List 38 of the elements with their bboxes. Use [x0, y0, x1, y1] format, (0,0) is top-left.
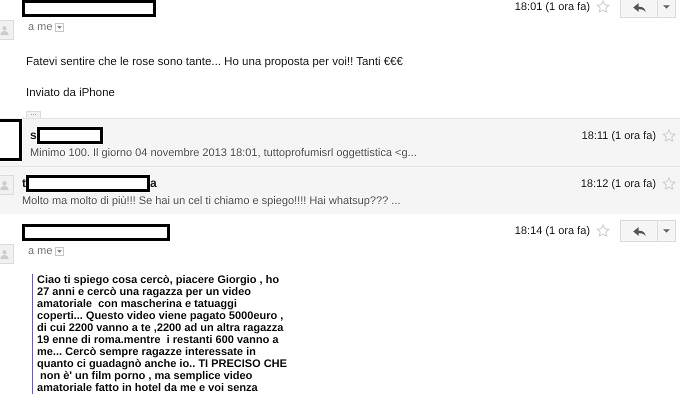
quote-line: Ciao ti spiego cosa cercò, piacere Giorgio , ho — [37, 274, 280, 286]
sender-name: a — [150, 175, 157, 192]
message-text: Inviato da iPhone — [26, 86, 116, 102]
recipient-label: a me — [28, 244, 52, 259]
reply-button[interactable] — [620, 220, 658, 242]
quote-line: di cui 2200 vanno a te ,2200 ad un altra ragazza — [37, 322, 284, 334]
timestamp: 18:12 (1 ora fa) — [580, 177, 656, 192]
reply-icon — [632, 226, 646, 236]
recipient-dropdown[interactable] — [55, 246, 64, 256]
quote-line: coperti... Questo video viene pagato 5000euro , — [37, 310, 284, 322]
redaction-box — [36, 126, 103, 144]
quote-line: 27 anni e cercò una ragazza per un video — [37, 286, 252, 298]
caret-icon — [663, 229, 670, 233]
reply-icon — [632, 2, 646, 12]
sender-name: s — [30, 127, 37, 144]
timestamp: 18:14 (1 ora fa) — [514, 224, 590, 239]
quote-line: amatoriale fatto in hotel da me e voi senza — [37, 382, 259, 394]
message-row[interactable]: s Minimo 100. Il giorno 04 novembre 2013 18:01, tuttoprofumisrl oggettistica <g... 18:11 (1 ora fa) — [0, 118, 680, 166]
quote-line: 19 enne di roma.mentre i restanti 600 vanno a — [37, 334, 280, 346]
timestamp: 18:11 (1 ora fa) — [582, 129, 656, 144]
caret-icon — [57, 250, 62, 253]
snippet-text: Molto ma molto di più!!! Se hai un cel ti chiamo e spiego!!!! Hai whatsup??? ... — [22, 194, 402, 209]
timestamp: 18:01 (1 ora fa) — [514, 0, 590, 15]
message-row[interactable]: t a Molto ma molto di più!!! Se hai un cel ti chiamo e spiego!!!! Hai whatsup??? ... 18:12 (1 ora fa) — [0, 166, 680, 214]
caret-icon — [57, 26, 62, 29]
caret-icon — [663, 5, 670, 9]
more-button[interactable] — [658, 220, 676, 242]
quote-line: quanto ci guadagnò anche io.. TI PRECISO CHE — [37, 358, 288, 370]
quote-line: amatoriale con mascherina e tatuaggi — [37, 298, 238, 310]
recipient-dropdown[interactable] — [55, 22, 64, 32]
reply-button[interactable] — [620, 0, 658, 18]
quote-line: non è' un film porno , ma semplice video — [39, 370, 254, 382]
more-button[interactable] — [658, 0, 676, 18]
sender-name: t — [22, 175, 26, 192]
recipient-label: a me — [28, 20, 52, 35]
quote-line: me... Cercò sempre ragazze interessate in — [37, 346, 257, 358]
message-text: Fatevi sentire che le rose sono tante... Ho una proposta per voi!! Tanti €€€ — [26, 55, 404, 70]
snippet-text: Minimo 100. Il giorno 04 novembre 2013 18:01, tuttoprofumisrl oggettistica <g... — [30, 146, 418, 161]
